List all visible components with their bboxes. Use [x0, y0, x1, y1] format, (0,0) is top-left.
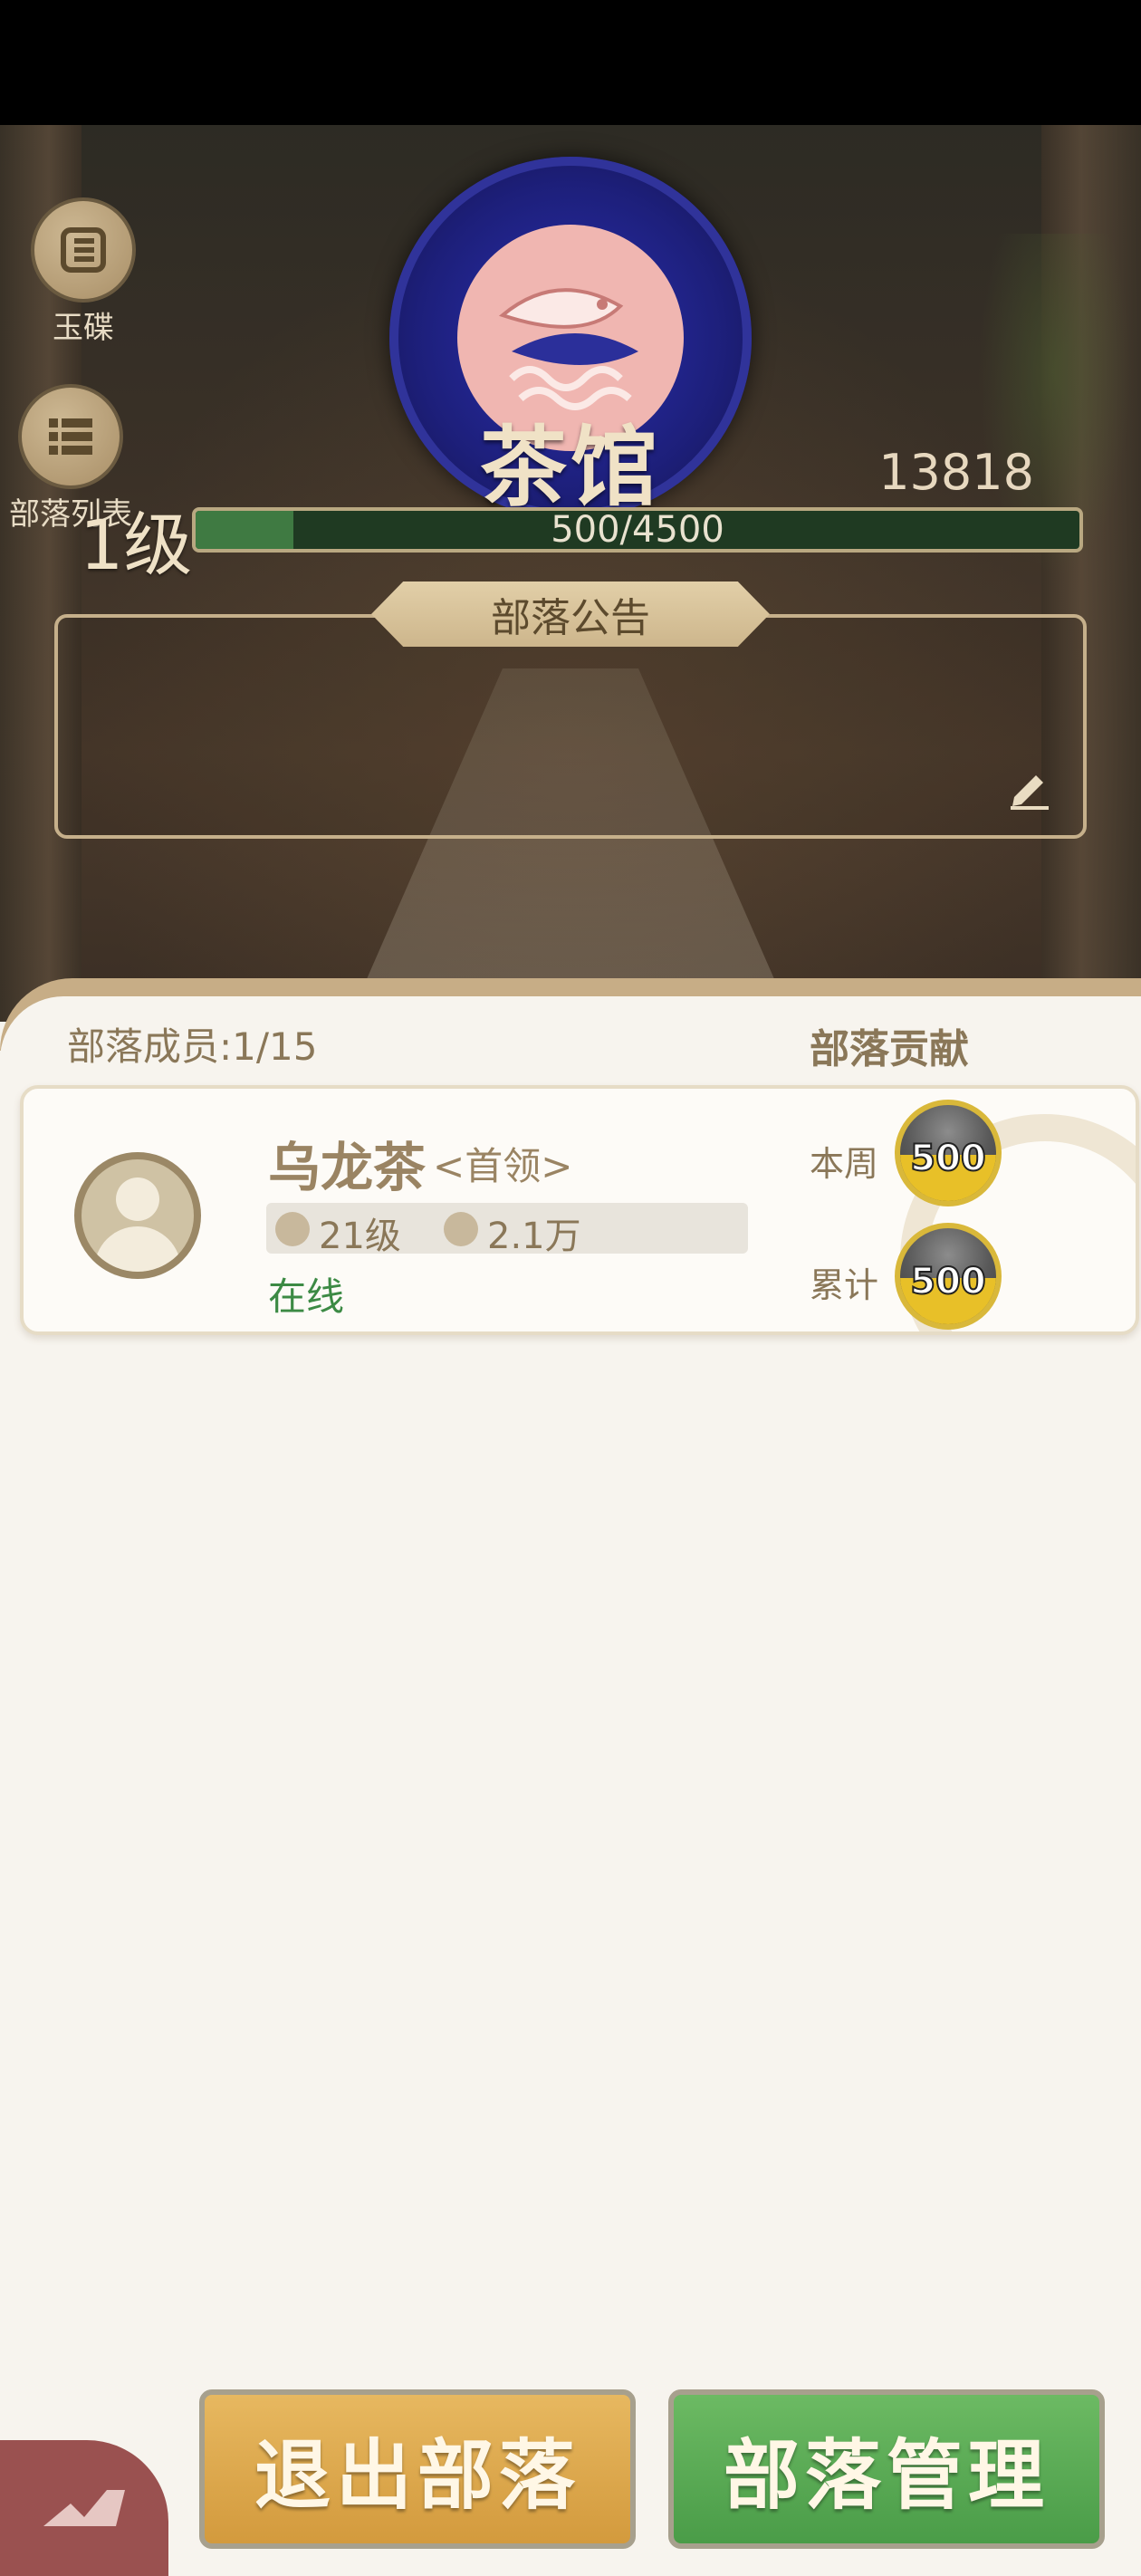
total-coin-icon: 500 — [895, 1223, 1002, 1330]
jade-scroll-button[interactable]: 玉碟 — [31, 197, 136, 347]
member-status: 在线 — [268, 1274, 345, 1319]
manage-tribe-button[interactable]: 部落管理 — [668, 2389, 1105, 2549]
weekly-value: 500 — [909, 1137, 987, 1180]
avatar-head — [116, 1177, 159, 1221]
notice-board — [54, 614, 1087, 839]
weekly-label: 本周 — [810, 1144, 879, 1184]
tribe-score: 13818 — [878, 444, 1034, 501]
tribe-level: 1级 — [80, 505, 193, 585]
total-value: 500 — [909, 1260, 987, 1303]
pencil-icon[interactable] — [1003, 761, 1054, 812]
contribution-header: 部落贡献 — [810, 1026, 969, 1072]
avatar-body — [94, 1226, 181, 1272]
xp-progress-text: 500/4500 — [551, 509, 724, 551]
member-level: 21级 — [319, 1216, 401, 1257]
members-count-label: 部落成员:1/15 — [67, 1024, 318, 1069]
level-face-icon — [275, 1212, 310, 1246]
weekly-coin-icon: 500 — [895, 1100, 1002, 1206]
status-bar — [0, 0, 1141, 125]
exit-tribe-button[interactable]: 退出部落 — [199, 2389, 636, 2549]
jade-scroll-label: 玉碟 — [53, 310, 114, 346]
paw-icon — [444, 1212, 478, 1246]
jade-scroll-icon — [31, 197, 136, 303]
member-name: 乌龙茶 — [268, 1137, 427, 1198]
logo-icon — [43, 2490, 125, 2526]
notice-title: 部落公告 — [371, 582, 770, 647]
member-stats: 21级 2.1万 — [266, 1203, 748, 1257]
avatar[interactable] — [74, 1152, 201, 1279]
total-label: 累计 — [810, 1265, 879, 1305]
member-power: 2.1万 — [487, 1216, 581, 1257]
member-role: <首领> — [433, 1144, 573, 1188]
xp-progress-bar: 500/4500 — [192, 507, 1083, 553]
member-row[interactable]: 乌龙茶 <首领> 21级 2.1万 在线 本周 500 累计 500 — [20, 1085, 1139, 1335]
